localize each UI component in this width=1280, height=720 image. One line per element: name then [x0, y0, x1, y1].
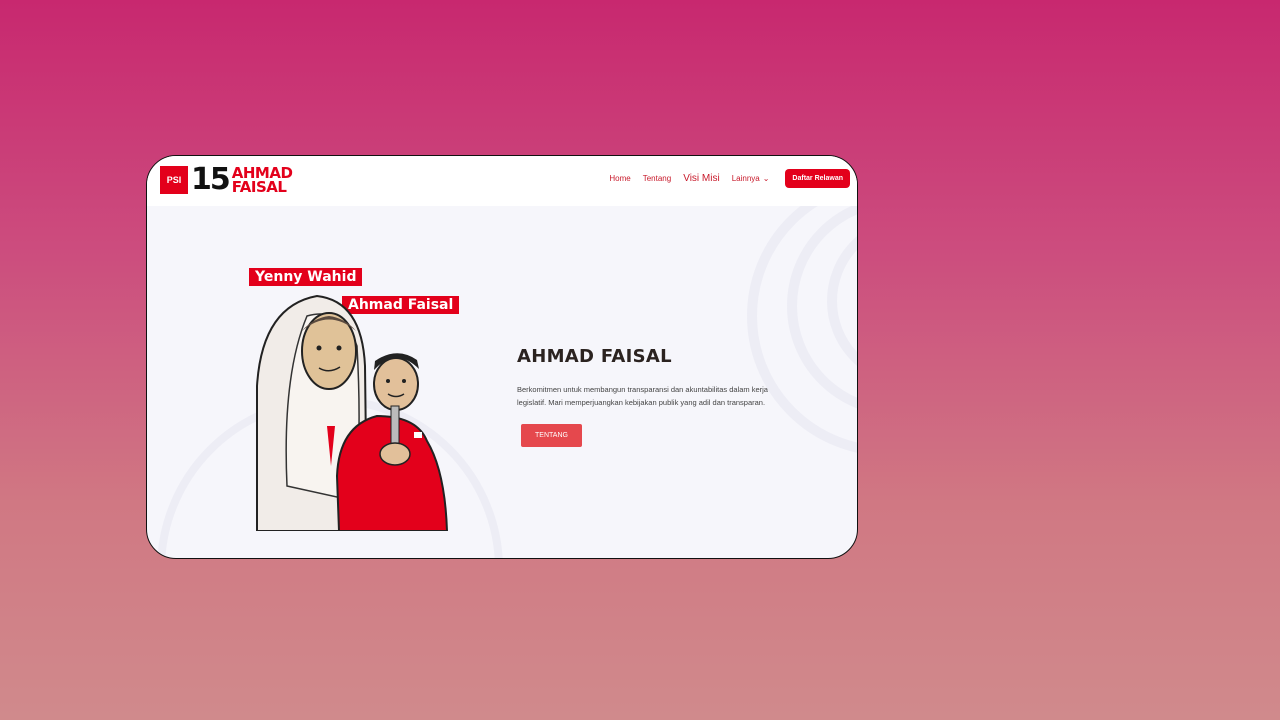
logo-number: 15 — [191, 162, 231, 197]
nav-lainnya[interactable]: Lainnya ⌄ — [732, 174, 770, 183]
site-logo[interactable]: PSI 15 AHMAD FAISAL — [160, 162, 293, 198]
hero-description: Berkomitmen untuk membangun transparansi… — [517, 385, 768, 407]
nav-visi-misi[interactable]: Visi Misi — [683, 173, 719, 184]
browser-screenshot-frame: PSI 15 AHMAD FAISAL Home Tentang Visi Mi… — [146, 155, 858, 559]
site-header: PSI 15 AHMAD FAISAL Home Tentang Visi Mi… — [147, 156, 857, 206]
hero-title: AHMAD FAISAL — [517, 346, 672, 367]
hero-illustration: Yenny Wahid Ahmad Faisal — [247, 266, 467, 531]
main-nav: Home Tentang Visi Misi Lainnya ⌄ Daftar R… — [609, 156, 857, 200]
nav-tentang[interactable]: Tentang — [643, 174, 671, 183]
logo-candidate-name: AHMAD FAISAL — [231, 164, 293, 196]
tentang-button[interactable]: TENTANG — [521, 424, 582, 447]
psi-logo-icon: PSI — [160, 166, 188, 194]
candidates-illustration — [256, 294, 449, 531]
nav-home[interactable]: Home — [609, 174, 630, 183]
chevron-down-icon: ⌄ — [762, 173, 770, 183]
daftar-relawan-button[interactable]: Daftar Relawan — [785, 168, 850, 188]
